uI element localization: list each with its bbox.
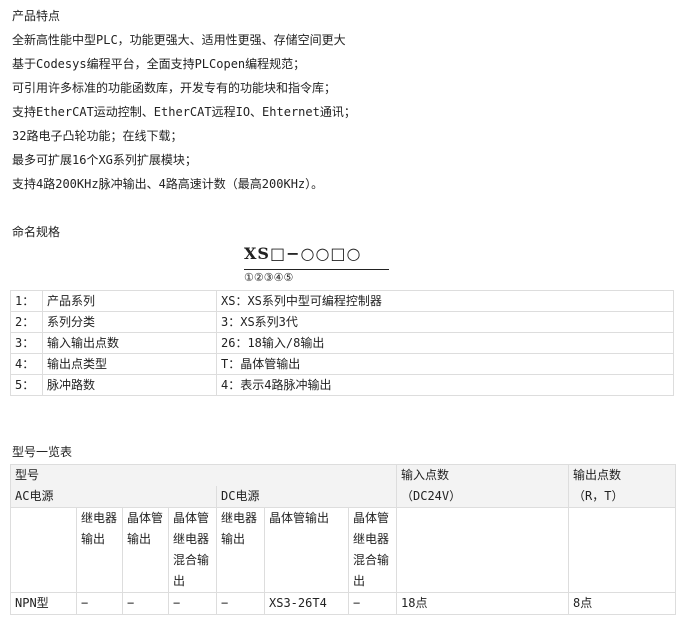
cell-ac-relay: −: [76, 592, 123, 615]
naming-field: 脉冲路数: [42, 374, 217, 396]
naming-field: 输入输出点数: [42, 332, 217, 354]
naming-diagram-underline: [244, 269, 389, 270]
cell-ac-transistor: −: [122, 592, 169, 615]
models-header-row: 型号 输入点数 （DC24V） 输出点数 （R，T）: [10, 464, 676, 508]
naming-row: 2： 系列分类 3：XS系列3代: [10, 311, 674, 333]
models-title: 型号一览表: [12, 445, 73, 459]
header-ac-relay: 继电器输出: [76, 507, 123, 593]
naming-desc: T：晶体管输出: [216, 353, 674, 375]
naming-index: 5：: [10, 374, 43, 396]
naming-field: 系列分类: [42, 311, 217, 333]
page: 产品特点 全新高性能中型PLC，功能更强大、适用性更强、存储空间更大 基于Cod…: [0, 0, 681, 640]
naming-row: 5： 脉冲路数 4：表示4路脉冲输出: [10, 374, 674, 396]
header-input: 输入点数 （DC24V）: [396, 464, 569, 508]
naming-index: 2：: [10, 311, 43, 333]
naming-index: 1：: [10, 290, 43, 312]
naming-title: 命名规格: [12, 225, 61, 239]
header-dc-transistor: 晶体管输出: [264, 507, 349, 593]
models-subheader-row: 继电器输出 晶体管输出 晶体管继电器混合输出 继电器输出 晶体管输出 晶体管继电…: [10, 507, 676, 593]
naming-desc: 3：XS系列3代: [216, 311, 674, 333]
cell-dc-mixed: −: [348, 592, 397, 615]
features-title: 产品特点: [12, 9, 61, 23]
naming-field: 输出点类型: [42, 353, 217, 375]
naming-diagram-code: XS□−○○□○: [244, 244, 362, 263]
naming-field: 产品系列: [42, 290, 217, 312]
header-dc-relay: 继电器输出: [216, 507, 265, 593]
feature-item-7: 支持4路200KHz脉冲输出、4路高速计数（最高200KHz）。: [12, 177, 324, 191]
naming-desc: 26：18输入/8输出: [216, 332, 674, 354]
empty-cell: [396, 507, 569, 593]
header-ac-power: AC电源: [10, 486, 217, 508]
cell-output: 8点: [568, 592, 676, 615]
empty-cell: [568, 507, 676, 593]
cell-dc-transistor: XS3-26T4: [264, 592, 349, 615]
feature-item-5: 32路电子凸轮功能；在线下载；: [12, 129, 183, 143]
naming-desc: 4：表示4路脉冲输出: [216, 374, 674, 396]
naming-row: 4： 输出点类型 T：晶体管输出: [10, 353, 674, 375]
feature-item-2: 基于Codesys编程平台，全面支持PLCopen编程规范；: [12, 57, 306, 71]
naming-index: 4：: [10, 353, 43, 375]
header-ac-mixed: 晶体管继电器混合输出: [168, 507, 217, 593]
header-dc-power: DC电源: [216, 486, 397, 508]
naming-index: 3：: [10, 332, 43, 354]
naming-table: 1： 产品系列 XS：XS系列中型可编程控制器 2： 系列分类 3：XS系列3代…: [10, 290, 674, 396]
naming-desc: XS：XS系列中型可编程控制器: [216, 290, 674, 312]
cell-input: 18点: [396, 592, 569, 615]
feature-item-1: 全新高性能中型PLC，功能更强大、适用性更强、存储空间更大: [12, 33, 346, 47]
naming-row: 1： 产品系列 XS：XS系列中型可编程控制器: [10, 290, 674, 312]
header-model: 型号: [10, 464, 397, 486]
feature-item-4: 支持EtherCAT运动控制、EtherCAT远程IO、Ehternet通讯；: [12, 105, 356, 119]
models-table: 型号 输入点数 （DC24V） 输出点数 （R，T） AC电源 DC电源 继电器…: [10, 464, 676, 615]
table-row: NPN型 − − − − XS3-26T4 − 18点 8点: [10, 592, 676, 615]
cell-dc-relay: −: [216, 592, 265, 615]
empty-cell: [10, 507, 77, 593]
header-ac-transistor: 晶体管输出: [122, 507, 169, 593]
cell-ac-mixed: −: [168, 592, 217, 615]
header-output: 输出点数 （R，T）: [568, 464, 676, 508]
naming-diagram-numbers: ①②③④⑤: [244, 271, 294, 284]
naming-row: 3： 输入输出点数 26：18输入/8输出: [10, 332, 674, 354]
feature-item-3: 可引用许多标准的功能函数库，开发专有的功能块和指令库；: [12, 81, 337, 95]
cell-type: NPN型: [10, 592, 77, 615]
header-dc-mixed: 晶体管继电器混合输出: [348, 507, 397, 593]
feature-item-6: 最多可扩展16个XG系列扩展模块；: [12, 153, 197, 167]
naming-diagram: XS□−○○□○ ①②③④⑤: [244, 244, 394, 286]
